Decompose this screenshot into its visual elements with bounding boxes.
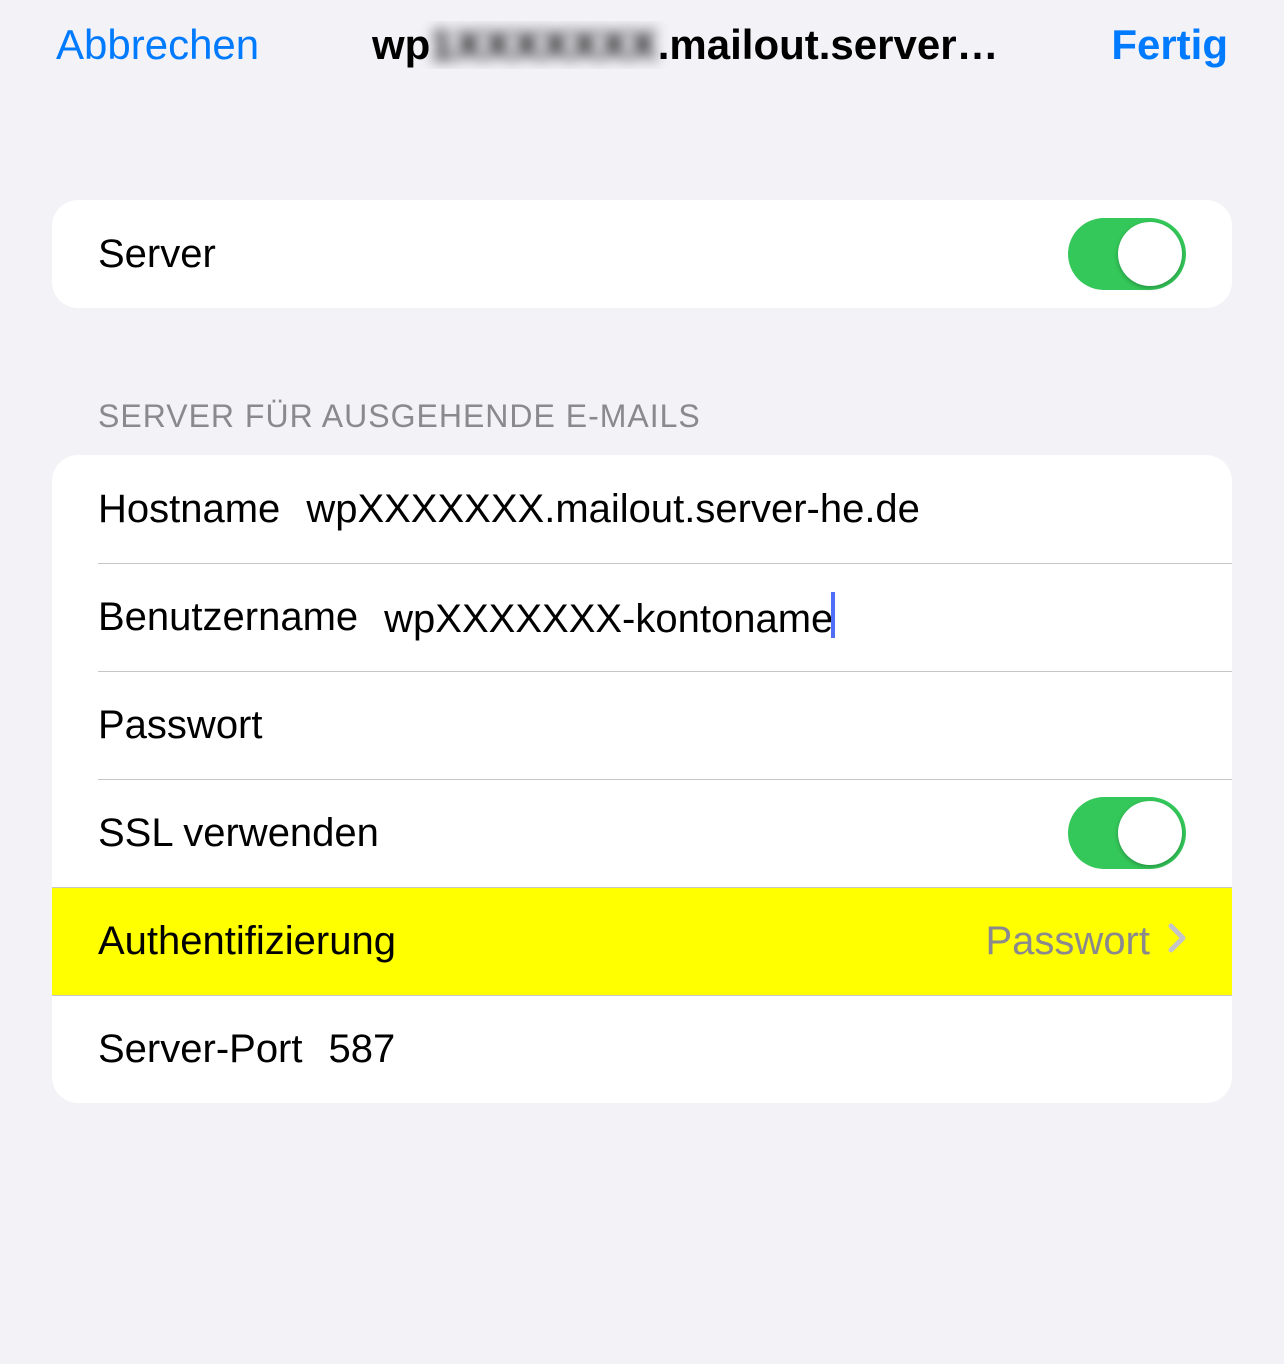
hostname-label: Hostname (98, 487, 280, 532)
server-toggle[interactable] (1068, 218, 1186, 290)
server-group: Server (52, 200, 1232, 308)
server-label: Server (98, 232, 216, 277)
authentication-label: Authentifizierung (98, 919, 396, 964)
navbar: Abbrechen wp1XXXXXXX.mailout.server… Fer… (0, 0, 1284, 90)
cancel-button[interactable]: Abbrechen (56, 21, 259, 69)
username-label: Benutzername (98, 595, 358, 640)
done-button[interactable]: Fertig (1111, 21, 1228, 69)
outgoing-section-header: SERVER FÜR AUSGEHENDE E-MAILS (52, 308, 1232, 455)
authentication-value: Passwort (986, 919, 1151, 964)
server-row: Server (52, 200, 1232, 308)
text-cursor (831, 592, 835, 638)
nav-title-suffix: .mailout.server… (658, 21, 999, 68)
hostname-input[interactable] (306, 487, 1186, 532)
nav-title: wp1XXXXXXX.mailout.server… (259, 21, 1111, 69)
ssl-toggle[interactable] (1068, 797, 1186, 869)
password-label: Passwort (98, 703, 263, 748)
ssl-label: SSL verwenden (98, 811, 379, 856)
authentication-row[interactable]: Authentifizierung Passwort (52, 887, 1232, 995)
password-row: Passwort (52, 671, 1232, 779)
port-row: Server-Port (52, 995, 1232, 1103)
password-input[interactable] (289, 703, 1187, 748)
nav-title-blurred: 1XXXXXXX (430, 21, 657, 68)
username-row: Benutzername wpXXXXXXX-kontoname (52, 563, 1232, 671)
chevron-right-icon (1168, 923, 1186, 959)
username-value-display[interactable]: wpXXXXXXX-kontoname (384, 592, 1186, 642)
nav-title-prefix: wp (372, 21, 430, 68)
ssl-row: SSL verwenden (52, 779, 1232, 887)
port-input[interactable] (329, 1027, 1187, 1072)
outgoing-group: Hostname Benutzername wpXXXXXXX-kontonam… (52, 455, 1232, 1103)
port-label: Server-Port (98, 1027, 303, 1072)
hostname-row: Hostname (52, 455, 1232, 563)
